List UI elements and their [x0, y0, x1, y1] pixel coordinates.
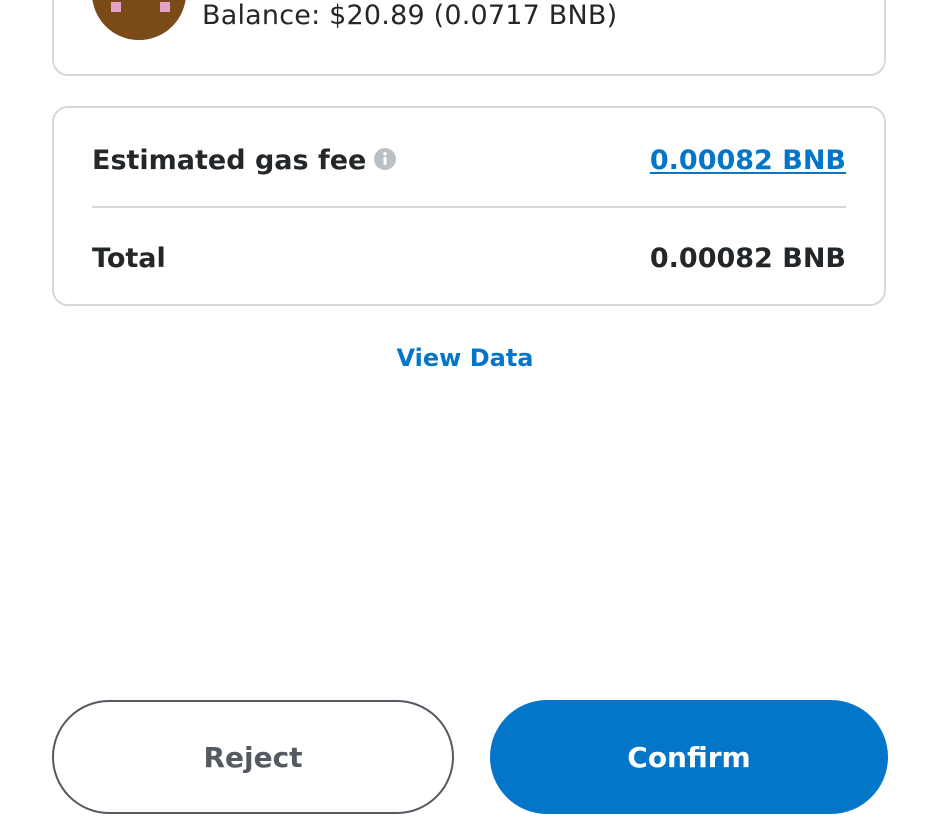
confirm-button[interactable]: Confirm [490, 700, 888, 814]
account-card: Balance: $20.89 (0.0717 BNB) [52, 0, 886, 76]
fee-divider [92, 206, 846, 208]
reject-button[interactable]: Reject [52, 700, 454, 814]
confirmation-screen: Balance: $20.89 (0.0717 BNB) Estimated g… [0, 0, 930, 829]
view-data-link[interactable]: View Data [0, 344, 930, 372]
total-label: Total [92, 242, 166, 274]
estimated-gas-fee-label: Estimated gas fee [92, 144, 367, 176]
confirm-button-label: Confirm [627, 740, 751, 774]
estimated-gas-fee-value-link[interactable]: 0.00082 BNB [650, 145, 846, 176]
account-balance: Balance: $20.89 (0.0717 BNB) [202, 0, 618, 31]
info-icon[interactable] [374, 146, 397, 170]
total-value: 0.00082 BNB [649, 242, 846, 274]
account-avatar [92, 0, 186, 40]
fee-summary-card: Estimated gas fee 0.00082 BNB Total 0.00… [52, 106, 886, 306]
estimated-gas-fee-label-group: Estimated gas fee [92, 144, 397, 176]
identicon-icon [92, 0, 186, 40]
total-row: Total 0.00082 BNB [92, 238, 846, 278]
estimated-gas-fee-row: Estimated gas fee 0.00082 BNB [92, 140, 846, 180]
reject-button-label: Reject [203, 740, 303, 774]
